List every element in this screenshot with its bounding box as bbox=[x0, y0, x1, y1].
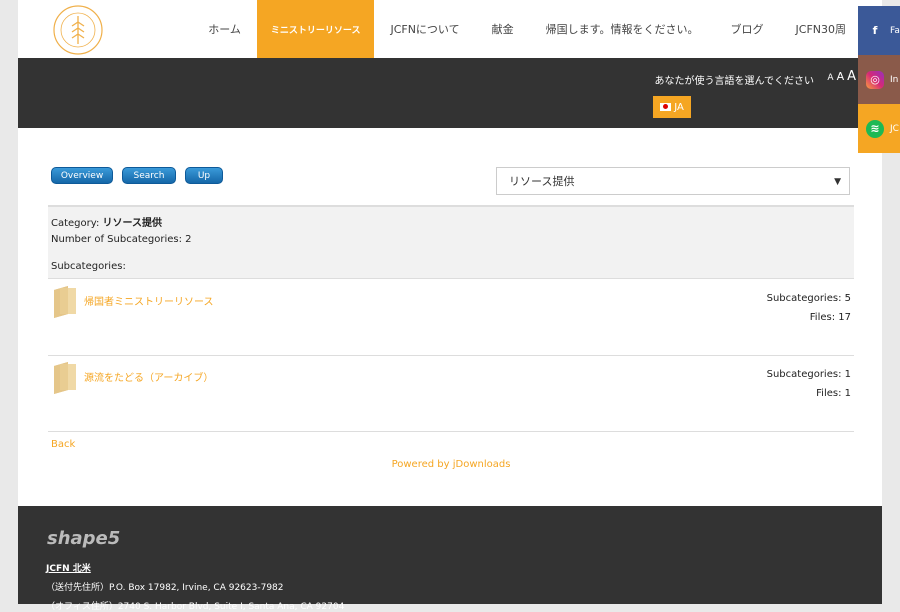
category-info: Category: リソース提供 Number of Subcategories… bbox=[48, 205, 854, 279]
powered-by-link[interactable]: Powered by jDownloads bbox=[48, 459, 854, 470]
font-size-controls: A A A bbox=[827, 69, 856, 84]
toolbar: Overview Search Up bbox=[51, 167, 223, 184]
category-select-value: リソース提供 bbox=[509, 175, 575, 188]
spotify-label: JC bbox=[890, 123, 899, 134]
subcategory-count: Subcategories: 5 bbox=[766, 293, 851, 304]
facebook-link[interactable]: f Fac bbox=[858, 6, 900, 55]
nav-item[interactable]: ホーム bbox=[192, 0, 257, 58]
category-name: リソース提供 bbox=[102, 218, 163, 229]
footer-office-address: （オフィス住所）2740 S. Harbor Blvd, Suite I, Sa… bbox=[46, 602, 345, 612]
folder-icon[interactable] bbox=[50, 360, 80, 394]
up-button[interactable]: Up bbox=[185, 167, 223, 184]
back-link[interactable]: Back bbox=[51, 439, 75, 450]
footer: shape5 JCFN 北米 （送付先住所）P.O. Box 17982, Ir… bbox=[18, 506, 882, 612]
nav-item[interactable]: 帰国します。情報をください。 bbox=[530, 0, 715, 58]
footer-mailing-address: （送付先住所）P.O. Box 17982, Irvine, CA 92623-… bbox=[46, 583, 284, 593]
language-prompt: あなたが使う言語を選んでください bbox=[654, 76, 815, 87]
category-line: Category: リソース提供 bbox=[51, 214, 162, 229]
chevron-down-icon: ▼ bbox=[834, 177, 841, 187]
nav-item[interactable]: JCFN30周 bbox=[780, 0, 862, 58]
instagram-label: In bbox=[890, 74, 899, 85]
subcategories-heading: Subcategories: bbox=[51, 261, 126, 272]
facebook-icon: f bbox=[872, 24, 878, 37]
nav-item[interactable]: ブログ bbox=[715, 0, 780, 58]
footer-org-link[interactable]: JCFN 北米 bbox=[46, 561, 91, 574]
nav-item[interactable]: 献金 bbox=[476, 0, 530, 58]
search-button[interactable]: Search bbox=[122, 167, 176, 184]
subcategory-row: 源流をたどる（アーカイブ） Subcategories: 1 Files: 1 bbox=[48, 356, 854, 432]
font-small-button[interactable]: A bbox=[827, 73, 833, 83]
subcategory-count: Subcategories: 1 bbox=[766, 369, 851, 380]
subcategory-row: 帰国者ミニストリーリソース Subcategories: 5 Files: 17 bbox=[48, 280, 854, 356]
font-medium-button[interactable]: A bbox=[837, 70, 845, 83]
page: ホーム ミニストリーリソース JCFNについて 献金 帰国します。情報をください。 ブログ… bbox=[18, 0, 882, 612]
subcategory-link[interactable]: 源流をたどる（アーカイブ） bbox=[84, 369, 213, 384]
nav-item[interactable]: ミニストリーリソース bbox=[256, 0, 375, 58]
language-ja-button[interactable]: JA bbox=[653, 96, 691, 118]
japan-flag-icon bbox=[660, 103, 672, 111]
font-large-button[interactable]: A bbox=[847, 69, 856, 84]
subcategory-count: Number of Subcategories: 2 bbox=[51, 234, 192, 245]
category-label: Category: bbox=[51, 218, 100, 229]
instagram-icon: ◎ bbox=[866, 70, 884, 89]
instagram-link[interactable]: ◎ In bbox=[858, 55, 900, 104]
file-count: Files: 17 bbox=[809, 312, 851, 323]
language-ja-label: JA bbox=[674, 101, 684, 113]
nav-item[interactable]: JCFNについて bbox=[374, 0, 475, 58]
spotify-icon: ≋ bbox=[866, 119, 884, 138]
category-select[interactable]: リソース提供 ▼ bbox=[496, 167, 850, 195]
subcategory-link[interactable]: 帰国者ミニストリーリソース bbox=[84, 293, 214, 308]
language-bar: あなたが使う言語を選んでください A A A JA bbox=[18, 58, 882, 128]
file-count: Files: 1 bbox=[816, 388, 851, 399]
spotify-link[interactable]: ≋ JC bbox=[858, 104, 900, 153]
top-nav: ホーム ミニストリーリソース JCFNについて 献金 帰国します。情報をください。 ブログ… bbox=[18, 0, 882, 58]
main-menu: ホーム ミニストリーリソース JCFNについて 献金 帰国します。情報をください。 ブログ… bbox=[192, 0, 862, 58]
facebook-label: Fac bbox=[890, 25, 900, 36]
footer-brand: shape5 bbox=[47, 528, 121, 549]
logo[interactable] bbox=[48, 4, 108, 56]
folder-icon[interactable] bbox=[50, 284, 80, 318]
overview-button[interactable]: Overview bbox=[51, 167, 113, 184]
